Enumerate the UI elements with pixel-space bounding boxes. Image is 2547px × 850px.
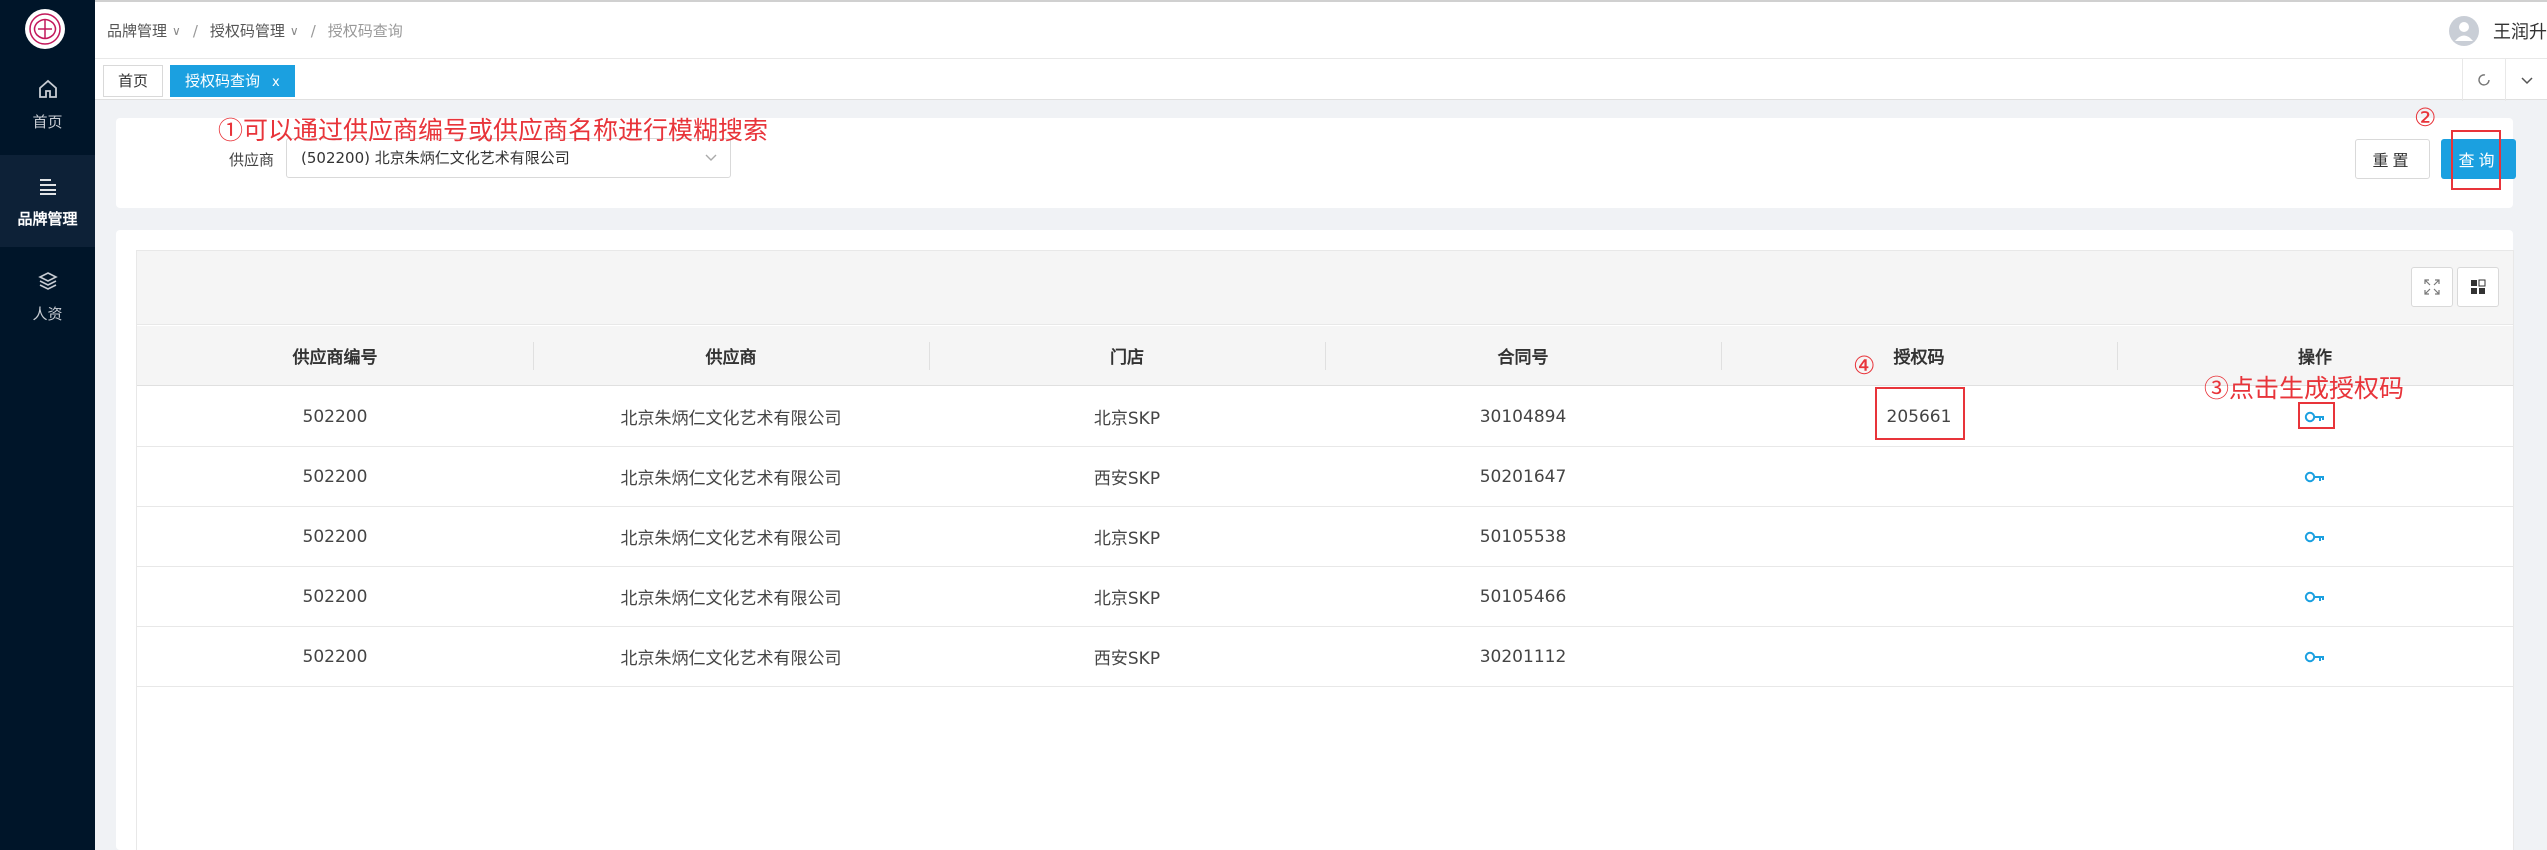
annotation-box-query xyxy=(2451,130,2501,190)
contract-cell: 50201647 xyxy=(1479,466,1567,487)
supplier-name-cell: 北京朱炳仁文化艺术有限公司 xyxy=(620,649,842,669)
table-row: 502200 北京朱炳仁文化艺术有限公司 北京SKP 50105466 xyxy=(137,567,2513,627)
column-header[interactable]: 供应商编号 xyxy=(137,326,533,385)
user-name: 王润升 xyxy=(2493,22,2547,43)
list-icon xyxy=(37,174,59,198)
supplier-code-cell: 502200 xyxy=(302,526,368,547)
table-row: 502200 北京朱炳仁文化艺术有限公司 西安SKP 30201112 xyxy=(137,627,2513,687)
auth-code-cell xyxy=(1721,627,2117,686)
breadcrumb-item-brand[interactable]: 品牌管理 xyxy=(107,20,167,41)
store-cell: 西安SKP xyxy=(1093,469,1161,489)
breadcrumb: 品牌管理 ∨ / 授权码管理 ∨ / 授权码查询 xyxy=(107,20,403,41)
contract-cell: 30201112 xyxy=(1479,646,1567,667)
action-cell xyxy=(2117,507,2513,566)
close-icon[interactable]: x xyxy=(272,75,280,90)
column-header[interactable]: 门店 xyxy=(929,326,1325,385)
tab-auth-query[interactable]: 授权码查询 x xyxy=(170,65,295,97)
breadcrumb-item-auth-manage[interactable]: 授权码管理 xyxy=(210,20,285,41)
column-header[interactable]: 授权码 xyxy=(1721,326,2117,385)
sidebar: 首页 品牌管理 人资 xyxy=(0,0,95,850)
layers-icon xyxy=(37,269,59,293)
tab-dropdown-button[interactable] xyxy=(2505,59,2547,101)
column-header[interactable]: 供应商 xyxy=(533,326,929,385)
annotation-3: ③点击生成授权码 xyxy=(2204,374,2405,403)
data-table: 供应商编号 供应商 门店 合同号 授权码 操作 502200 北京朱炳仁文化艺术有… xyxy=(136,250,2514,850)
reset-button[interactable]: 重置 xyxy=(2355,139,2430,179)
contract-cell: 50105466 xyxy=(1479,586,1567,607)
annotation-box-authcode xyxy=(1875,387,1965,440)
breadcrumb-item-current: 授权码查询 xyxy=(327,22,403,40)
sidebar-item-home[interactable]: 首页 xyxy=(0,58,95,150)
supplier-select-value: (502200) 北京朱炳仁文化艺术有限公司 xyxy=(301,149,570,167)
supplier-code-cell: 502200 xyxy=(302,586,368,607)
supplier-name-cell: 北京朱炳仁文化艺术有限公司 xyxy=(620,589,842,609)
breadcrumb-separator: / xyxy=(192,21,198,40)
auth-code-cell xyxy=(1721,507,2117,566)
store-cell: 北京SKP xyxy=(1093,589,1161,609)
action-cell xyxy=(2117,447,2513,506)
fullscreen-icon xyxy=(2424,279,2440,295)
annotation-4: ④ xyxy=(1853,351,1876,380)
refresh-button[interactable] xyxy=(2462,59,2504,101)
fullscreen-button[interactable] xyxy=(2411,267,2453,307)
annotation-box-generate xyxy=(2298,402,2335,429)
brand-logo-icon[interactable] xyxy=(25,9,65,49)
breadcrumb-separator: / xyxy=(310,21,316,40)
table-panel: 供应商编号 供应商 门店 合同号 授权码 操作 502200 北京朱炳仁文化艺术有… xyxy=(116,230,2514,850)
contract-cell: 30104894 xyxy=(1479,406,1567,427)
sidebar-item-label: 首页 xyxy=(32,112,63,131)
auth-code-cell xyxy=(1721,447,2117,506)
sidebar-item-label: 品牌管理 xyxy=(17,209,78,228)
contract-cell: 50105538 xyxy=(1479,526,1567,547)
tab-label: 首页 xyxy=(118,72,149,90)
action-cell xyxy=(2117,567,2513,626)
supplier-name-cell: 北京朱炳仁文化艺术有限公司 xyxy=(620,529,842,549)
supplier-code-cell: 502200 xyxy=(302,466,368,487)
table-row: 502200 北京朱炳仁文化艺术有限公司 西安SKP 50201647 xyxy=(137,447,2513,507)
supplier-code-cell: 502200 xyxy=(302,646,368,667)
chevron-down-icon xyxy=(2520,77,2533,85)
store-cell: 西安SKP xyxy=(1093,649,1161,669)
supplier-name-cell: 北京朱炳仁文化艺术有限公司 xyxy=(620,409,842,429)
supplier-label: 供应商 xyxy=(229,151,275,169)
avatar-icon xyxy=(2449,16,2479,46)
chevron-down-icon: ∨ xyxy=(289,23,299,38)
tab-home[interactable]: 首页 xyxy=(103,65,164,97)
table-body: 502200 北京朱炳仁文化艺术有限公司 北京SKP 30104894 205661 50… xyxy=(137,387,2513,687)
table-row: 502200 北京朱炳仁文化艺术有限公司 北京SKP 50105538 xyxy=(137,507,2513,567)
column-settings-button[interactable] xyxy=(2457,267,2499,307)
chevron-down-icon: ∨ xyxy=(172,23,181,38)
tab-bar: 首页 授权码查询 x xyxy=(95,58,2547,101)
auth-code-cell xyxy=(1721,567,2117,626)
grid-icon xyxy=(2471,279,2486,294)
refresh-icon xyxy=(2477,74,2490,86)
generate-key-icon[interactable] xyxy=(2304,470,2326,484)
generate-key-icon[interactable] xyxy=(2304,650,2326,664)
table-row: 502200 北京朱炳仁文化艺术有限公司 北京SKP 30104894 205661 xyxy=(137,387,2513,447)
user-menu[interactable]: 王润升 xyxy=(2449,16,2547,46)
column-header[interactable]: 合同号 xyxy=(1325,326,1721,385)
home-icon xyxy=(37,77,59,101)
annotation-1: ①可以通过供应商编号或供应商名称进行模糊搜索 xyxy=(218,116,769,145)
store-cell: 北京SKP xyxy=(1093,529,1161,549)
supplier-code-cell: 502200 xyxy=(302,406,368,427)
generate-key-icon[interactable] xyxy=(2304,530,2326,544)
store-cell: 北京SKP xyxy=(1093,409,1161,429)
sidebar-item-hr[interactable]: 人资 xyxy=(0,250,95,342)
table-toolbar xyxy=(137,251,2513,325)
sidebar-item-brand[interactable]: 品牌管理 xyxy=(0,155,95,247)
top-header: 品牌管理 ∨ / 授权码管理 ∨ / 授权码查询 王润升 xyxy=(95,0,2547,58)
annotation-2: ② xyxy=(2414,103,2437,132)
table-header: 供应商编号 供应商 门店 合同号 授权码 操作 xyxy=(137,326,2513,386)
sidebar-item-label: 人资 xyxy=(32,304,63,323)
tab-label: 授权码查询 xyxy=(185,72,261,90)
generate-key-icon[interactable] xyxy=(2304,590,2326,604)
action-cell xyxy=(2117,627,2513,686)
supplier-name-cell: 北京朱炳仁文化艺术有限公司 xyxy=(620,469,842,489)
